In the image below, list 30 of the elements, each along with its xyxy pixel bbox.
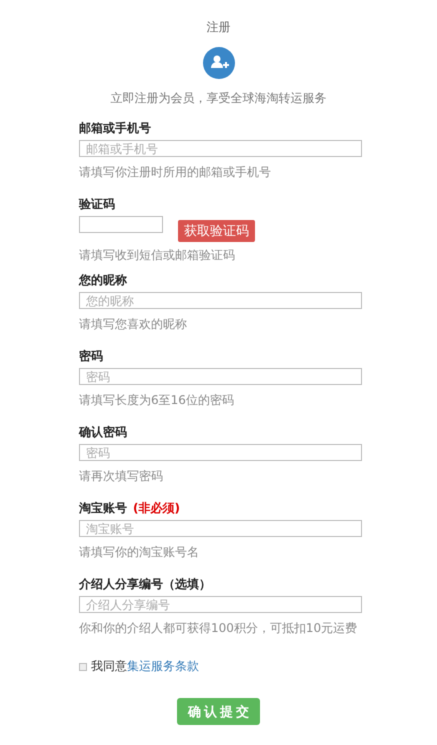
field-hint: 请填写您喜欢的昵称 xyxy=(79,316,188,332)
field-label: 淘宝账号 xyxy=(79,500,127,516)
field-label: 邮箱或手机号 xyxy=(79,120,151,136)
field-hint: 请填写长度为6至16位的密码 xyxy=(79,392,235,408)
field-hint: 请再次填写密码 xyxy=(79,468,164,484)
field-label: 您的昵称 xyxy=(79,272,127,288)
submit-button[interactable]: 确认提交 xyxy=(177,698,260,725)
field-hint: 你和你的介绍人都可获得100积分，可抵扣10元运费 xyxy=(79,620,358,636)
agree-label: 我同意 xyxy=(91,658,127,675)
field-hint: 请填写收到短信或邮箱验证码 xyxy=(79,247,236,263)
input-field[interactable]: 密码 xyxy=(79,368,362,385)
field-label: 密码 xyxy=(79,348,103,364)
get-code-button[interactable]: 获取验证码 xyxy=(178,220,255,242)
code-input-field[interactable] xyxy=(79,216,163,233)
field-label: 验证码 xyxy=(79,196,115,212)
input-field[interactable]: 淘宝账号 xyxy=(79,520,362,537)
input-field[interactable]: 邮箱或手机号 xyxy=(79,140,362,157)
optional-note: (非必须) xyxy=(133,500,180,516)
page-title: 注册 xyxy=(206,19,230,35)
input-field[interactable]: 介绍人分享编号 xyxy=(79,596,362,613)
field-hint: 请填写你注册时所用的邮箱或手机号 xyxy=(79,164,272,180)
subtitle: 立即注册为会员，享受全球海淘转运服务 xyxy=(110,90,326,106)
field-hint: 请填写你的淘宝账号名 xyxy=(79,544,200,560)
input-field[interactable]: 您的昵称 xyxy=(79,292,362,309)
field-label: 确认密码 xyxy=(79,424,127,440)
terms-link[interactable]: 集运服务条款 xyxy=(127,658,199,675)
input-field[interactable]: 密码 xyxy=(79,444,362,461)
agree-checkbox[interactable] xyxy=(79,662,87,670)
field-label: 介绍人分享编号（选填） xyxy=(79,576,211,592)
add-user-icon xyxy=(202,47,234,79)
